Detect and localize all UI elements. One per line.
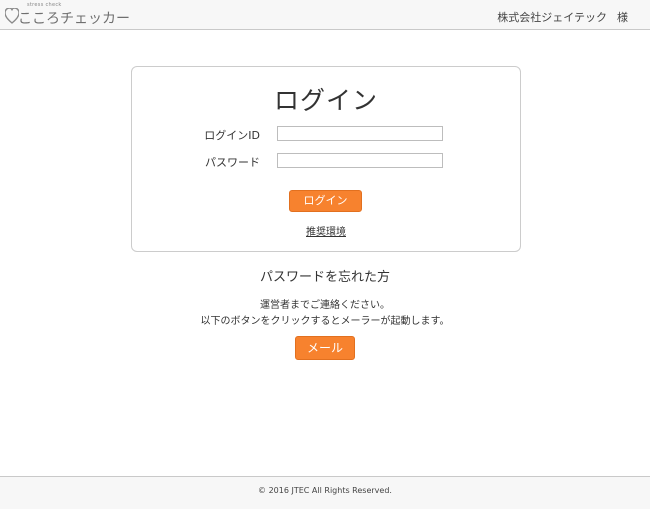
login-button[interactable]: ログイン bbox=[289, 190, 362, 212]
password-input[interactable] bbox=[277, 153, 443, 168]
logo-text: こころチェッカー bbox=[18, 11, 130, 27]
app-logo[interactable]: stress check こころチェッカー bbox=[5, 2, 155, 28]
password-label: パスワード bbox=[205, 156, 260, 169]
forgot-password-heading: パスワードを忘れた方 bbox=[259, 270, 390, 285]
top-header: stress check こころチェッカー 株式会社ジェイテック様 bbox=[0, 0, 650, 30]
heart-logo-icon bbox=[5, 8, 19, 24]
forgot-instruction-1: 運営者までご連絡ください。 bbox=[260, 300, 390, 311]
footer: © 2016 JTEC All Rights Reserved. bbox=[0, 476, 650, 509]
mail-button[interactable]: メール bbox=[295, 336, 355, 360]
login-panel: ログイン ログインID パスワード ログイン 推奨環境 bbox=[131, 66, 521, 252]
copyright-text: © 2016 JTEC All Rights Reserved. bbox=[258, 486, 392, 495]
login-title: ログイン bbox=[273, 86, 378, 115]
company-label: 株式会社ジェイテック bbox=[497, 11, 607, 24]
honorific: 様 bbox=[617, 11, 628, 24]
recommended-environment-link[interactable]: 推奨環境 bbox=[132, 223, 520, 238]
login-id-label: ログインID bbox=[204, 129, 260, 142]
company-name: 株式会社ジェイテック様 bbox=[497, 9, 628, 25]
login-id-input[interactable] bbox=[277, 126, 443, 141]
forgot-instruction-2: 以下のボタンをクリックするとメーラーが起動します。 bbox=[200, 316, 450, 327]
